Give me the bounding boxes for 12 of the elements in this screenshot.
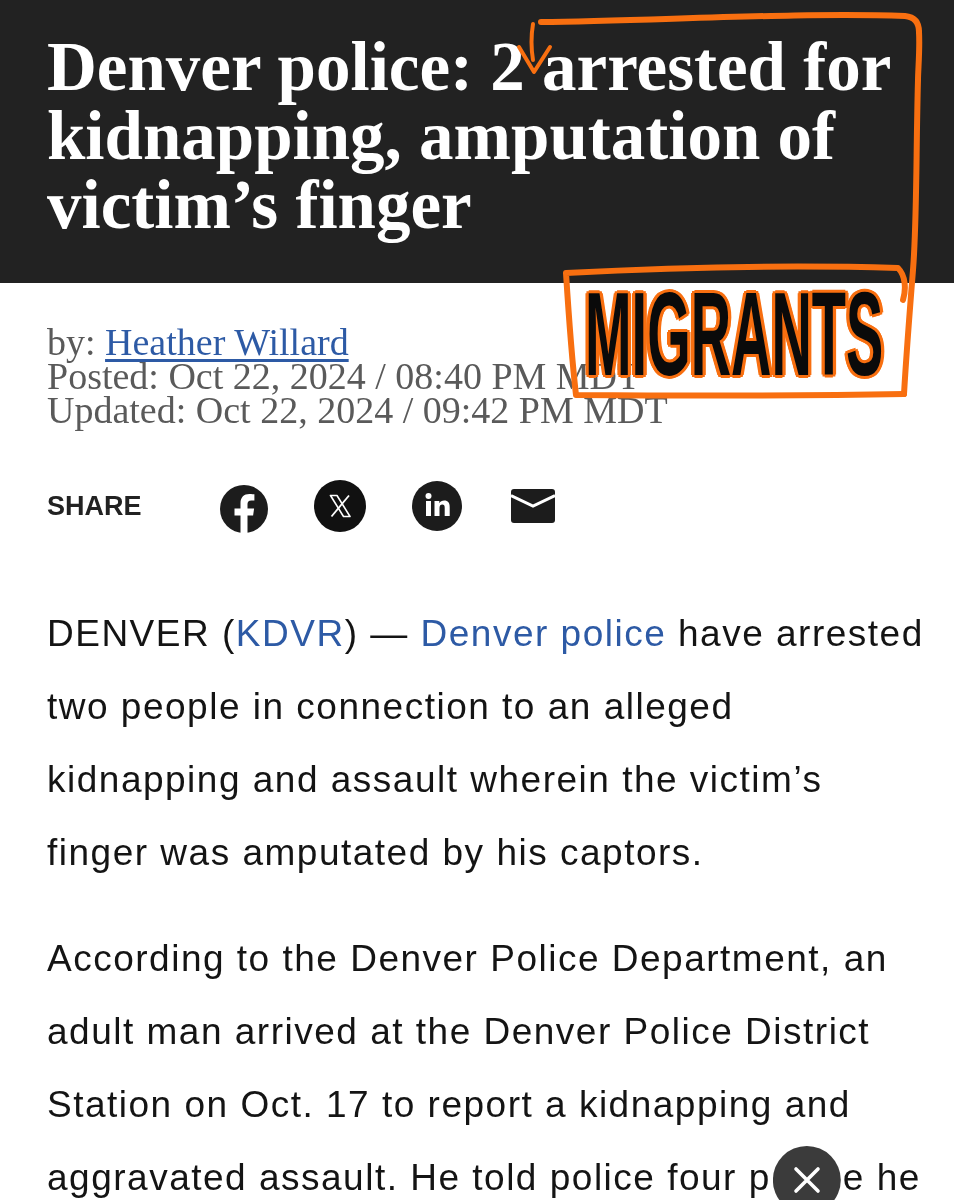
envelope-icon[interactable] <box>510 489 555 523</box>
facebook-icon[interactable] <box>219 484 268 533</box>
close-button[interactable] <box>772 1146 841 1200</box>
linkedin-icon[interactable] <box>411 481 462 531</box>
author-link[interactable]: Heather Willard <box>105 321 349 363</box>
article-paragraph: DENVER (KDVR) — Denver police have arrested two people in connection to an alleged kidnapping and assault wherein the victim’s finger was amputated by his captors. <box>47 612 925 875</box>
close-icon <box>792 1166 821 1194</box>
x-logo-icon[interactable] <box>313 480 366 532</box>
share-label: SHARE <box>47 490 142 522</box>
inline-link[interactable]: KDVR <box>235 613 345 654</box>
article-paragraph: According to the Denver Police Department, an adult man arrived at the Denver Police District Station on Oct. 17 to report a kidnapping and aggravated assault. He told police four p e he <box>47 937 922 1200</box>
inline-link[interactable]: Denver police <box>420 613 667 654</box>
